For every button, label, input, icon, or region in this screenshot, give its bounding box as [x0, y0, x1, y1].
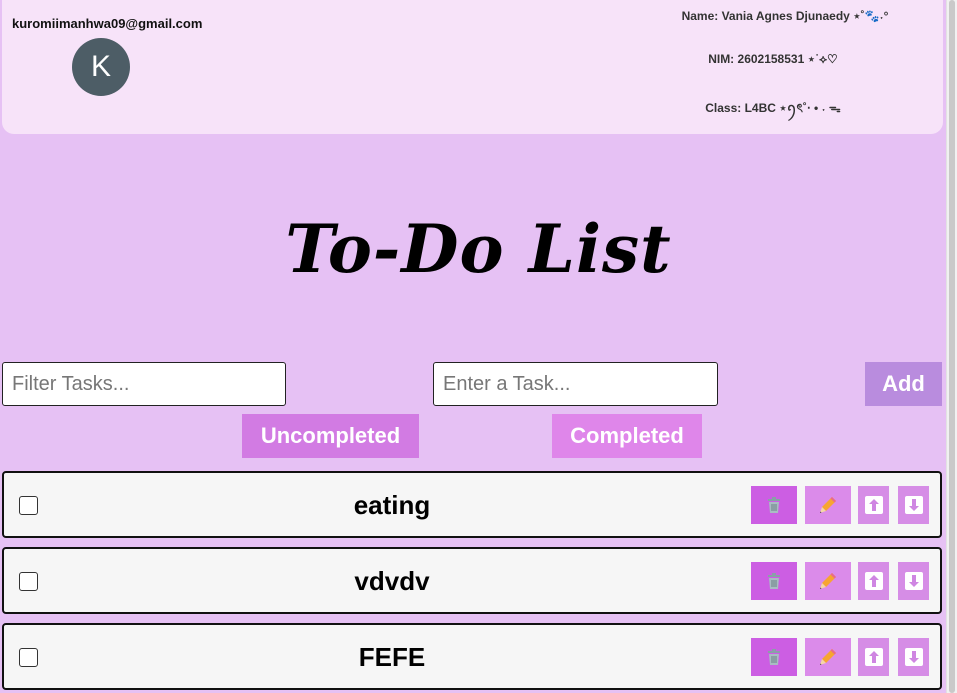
move-up-button[interactable]	[858, 638, 889, 676]
profile-header: kuromiimanhwa09@gmail.com K Name: Vania …	[2, 0, 943, 134]
student-class: Class: L4BC ⋆ꪆৎ˚⋅ • ˖ ᯓ	[705, 101, 841, 115]
arrow-down-icon	[904, 572, 923, 590]
pencil-icon	[820, 649, 836, 665]
pencil-icon	[820, 573, 836, 589]
task-text: vdvdv	[354, 566, 430, 596]
scrollbar-thumb[interactable]	[949, 0, 955, 693]
move-down-button[interactable]	[898, 638, 929, 676]
edit-task-button[interactable]	[805, 638, 851, 676]
delete-task-button[interactable]	[751, 486, 797, 524]
arrow-down-icon	[904, 496, 923, 514]
arrow-up-icon	[864, 572, 883, 590]
pencil-icon	[820, 497, 836, 513]
edit-task-button[interactable]	[805, 486, 851, 524]
uncompleted-filter-button[interactable]: Uncompleted	[242, 414, 419, 458]
user-email: kuromiimanhwa09@gmail.com	[12, 16, 203, 31]
move-up-button[interactable]	[858, 486, 889, 524]
add-task-button[interactable]: Add	[865, 362, 942, 406]
vertical-scrollbar[interactable]	[946, 0, 957, 693]
edit-task-button[interactable]	[805, 562, 851, 600]
completed-filter-button[interactable]: Completed	[552, 414, 702, 458]
trash-icon	[768, 649, 780, 665]
task-row: vdvdv	[2, 547, 942, 614]
student-name: Name: Vania Agnes Djunaedy ⋆˚🐾˖°	[681, 9, 889, 23]
task-text: FEFE	[358, 642, 426, 672]
task-text: eating	[353, 490, 431, 520]
delete-task-button[interactable]	[751, 562, 797, 600]
move-up-button[interactable]	[858, 562, 889, 600]
move-down-button[interactable]	[898, 486, 929, 524]
arrow-up-icon	[864, 496, 883, 514]
task-row: eating	[2, 471, 942, 538]
student-nim: NIM: 2602158531 ⋆˙⟡♡	[708, 52, 838, 66]
arrow-up-icon	[864, 648, 883, 666]
new-task-input[interactable]	[433, 362, 718, 406]
page-title: To-Do List	[285, 210, 672, 288]
trash-icon	[768, 497, 780, 513]
move-down-button[interactable]	[898, 562, 929, 600]
avatar[interactable]: K	[72, 38, 130, 96]
arrow-down-icon	[904, 648, 923, 666]
delete-task-button[interactable]	[751, 638, 797, 676]
task-row: FEFE	[2, 623, 942, 690]
trash-icon	[768, 573, 780, 589]
filter-tasks-input[interactable]	[2, 362, 286, 406]
